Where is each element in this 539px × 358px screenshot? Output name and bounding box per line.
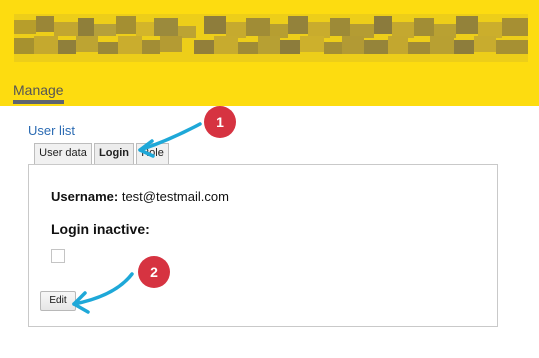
step-badge-1: 1 [204,106,236,138]
step-badge-2: 2 [138,256,170,288]
arrow-to-edit-button [72,272,134,306]
annotation-arrows [72,122,202,314]
arrow-to-login-tab [138,122,202,152]
